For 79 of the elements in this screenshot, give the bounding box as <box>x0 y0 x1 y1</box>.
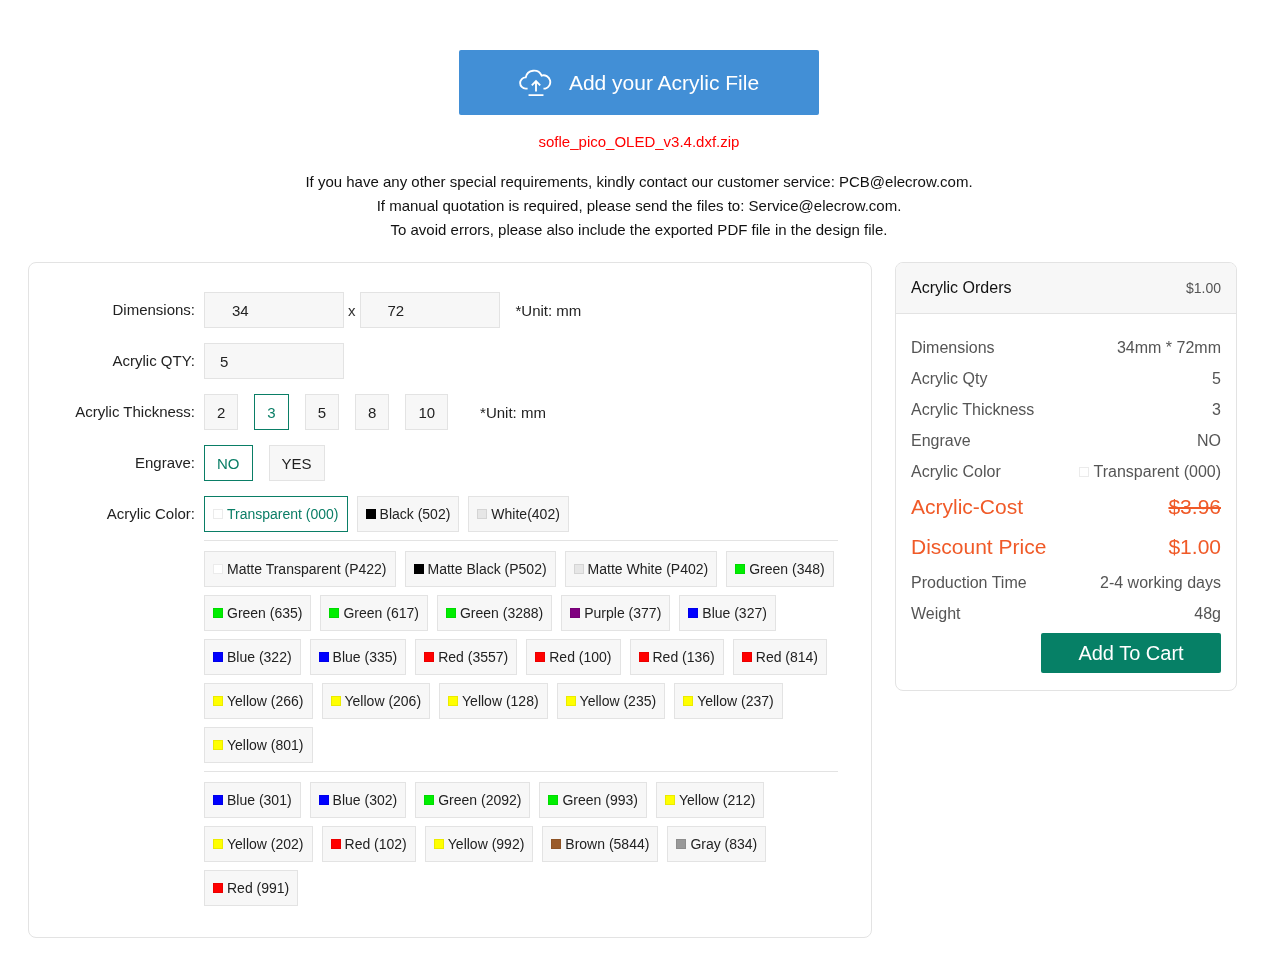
input-field[interactable]: 72 <box>359 292 500 328</box>
summary-value: 5 <box>1212 369 1221 388</box>
note-text: If manual quotation is required, please send the files to: Service@elecrow.com. <box>375 196 903 216</box>
color-option[interactable]: Purple (377) <box>561 595 671 631</box>
cloud-upload-icon <box>518 68 553 97</box>
option-button[interactable]: 10 <box>405 394 449 430</box>
summary-value: 48g <box>1194 604 1221 623</box>
summary-label: Engrave <box>911 431 972 450</box>
color-option[interactable]: Red (100) <box>526 639 621 675</box>
color-option[interactable]: Yellow (235) <box>556 683 666 719</box>
summary-label: Acrylic Thickness <box>911 400 1036 419</box>
field-label: Acrylic Color: <box>105 504 196 524</box>
input-field[interactable]: 5 <box>204 343 344 379</box>
color-option[interactable]: Red (136) <box>629 639 724 675</box>
option-button[interactable]: YES <box>268 445 325 481</box>
color-option[interactable]: Red (814) <box>732 639 828 675</box>
summary-label: Discount Price <box>911 535 1048 559</box>
color-option[interactable]: Yellow (128) <box>439 683 548 719</box>
separator-text: x <box>348 301 356 319</box>
color-option[interactable]: Red (102) <box>321 826 416 862</box>
option-button[interactable]: 8 <box>355 394 390 430</box>
color-option[interactable]: Transparent (000) <box>204 496 348 532</box>
note-text: To avoid errors, please also include the exported PDF file in the design file. <box>389 220 889 240</box>
summary-label: Acrylic-Cost <box>911 495 1024 519</box>
color-option[interactable]: Red (991) <box>204 870 299 906</box>
color-option[interactable]: Green (635) <box>204 595 312 631</box>
file-name: sofle_pico_OLED_v3.4.dxf.zip <box>538 133 740 150</box>
color-option[interactable]: Matte Black (P502) <box>404 551 556 587</box>
add-to-cart-button[interactable]: Add To Cart <box>1041 633 1221 673</box>
color-option[interactable]: Matte Transparent (P422) <box>204 551 396 587</box>
color-option[interactable]: Yellow (212) <box>655 782 765 818</box>
field-label: Acrylic QTY: <box>111 351 196 371</box>
color-option[interactable]: Green (3288) <box>436 595 553 631</box>
field-label: Dimensions: <box>111 300 196 320</box>
input-field[interactable]: 34 <box>204 292 344 328</box>
color-option[interactable]: Green (2092) <box>415 782 531 818</box>
color-option[interactable]: Red (3557) <box>415 639 518 675</box>
color-option[interactable]: Yellow (266) <box>204 683 313 719</box>
color-option[interactable]: White(402) <box>468 496 569 532</box>
summary-value: $1.00 <box>1168 535 1221 559</box>
color-option[interactable]: Yellow (992) <box>424 826 534 862</box>
field-label: Acrylic Thickness: <box>74 402 196 422</box>
color-option[interactable]: Blue (327) <box>679 595 776 631</box>
summary-value: $3.96 <box>1168 495 1221 519</box>
summary-label: Acrylic Qty <box>911 369 989 388</box>
color-option[interactable]: Blue (322) <box>204 639 301 675</box>
field-label: Engrave: <box>133 453 196 473</box>
color-option[interactable]: Matte White (P402) <box>564 551 718 587</box>
summary-label: Dimensions <box>911 338 996 357</box>
color-option[interactable]: Black (502) <box>356 496 460 532</box>
total-price: $1.00 <box>1185 280 1221 296</box>
summary-label: Acrylic Color <box>911 462 1002 481</box>
option-button[interactable]: NO <box>204 445 253 481</box>
option-button[interactable]: 2 <box>204 394 239 430</box>
color-option[interactable]: Yellow (206) <box>321 683 431 719</box>
summary-value: 34mm * 72mm <box>1116 338 1221 357</box>
summary-value: Transparent (000) <box>1093 462 1221 481</box>
color-option[interactable]: Blue (335) <box>309 639 407 675</box>
color-option[interactable]: Green (993) <box>539 782 647 818</box>
color-option[interactable]: Yellow (801) <box>204 727 313 763</box>
summary-title: Acrylic Orders <box>911 279 1012 297</box>
color-option[interactable]: Gray (834) <box>667 826 767 862</box>
unit-note: *Unit: mm <box>480 403 546 421</box>
summary-label: Weight <box>911 604 962 623</box>
summary-value: 3 <box>1212 400 1221 419</box>
color-option[interactable]: Yellow (202) <box>204 826 313 862</box>
color-option[interactable]: Brown (5844) <box>542 826 659 862</box>
option-button[interactable]: 5 <box>304 394 340 430</box>
color-option[interactable]: Blue (302) <box>309 782 407 818</box>
note-text: If you have any other special requirements, kindly contact our customer service: PCB@elecrow.com. <box>305 172 973 192</box>
color-option[interactable]: Yellow (237) <box>674 683 783 719</box>
summary-value: 2-4 working days <box>1100 573 1221 592</box>
color-option[interactable]: Green (617) <box>320 595 428 631</box>
summary-label: Production Time <box>911 573 1028 592</box>
color-option[interactable]: Green (348) <box>726 551 834 587</box>
option-button[interactable]: 3 <box>254 394 289 430</box>
color-option[interactable]: Blue (301) <box>204 782 301 818</box>
unit-note: *Unit: mm <box>515 301 582 319</box>
summary-value: NO <box>1197 431 1221 450</box>
